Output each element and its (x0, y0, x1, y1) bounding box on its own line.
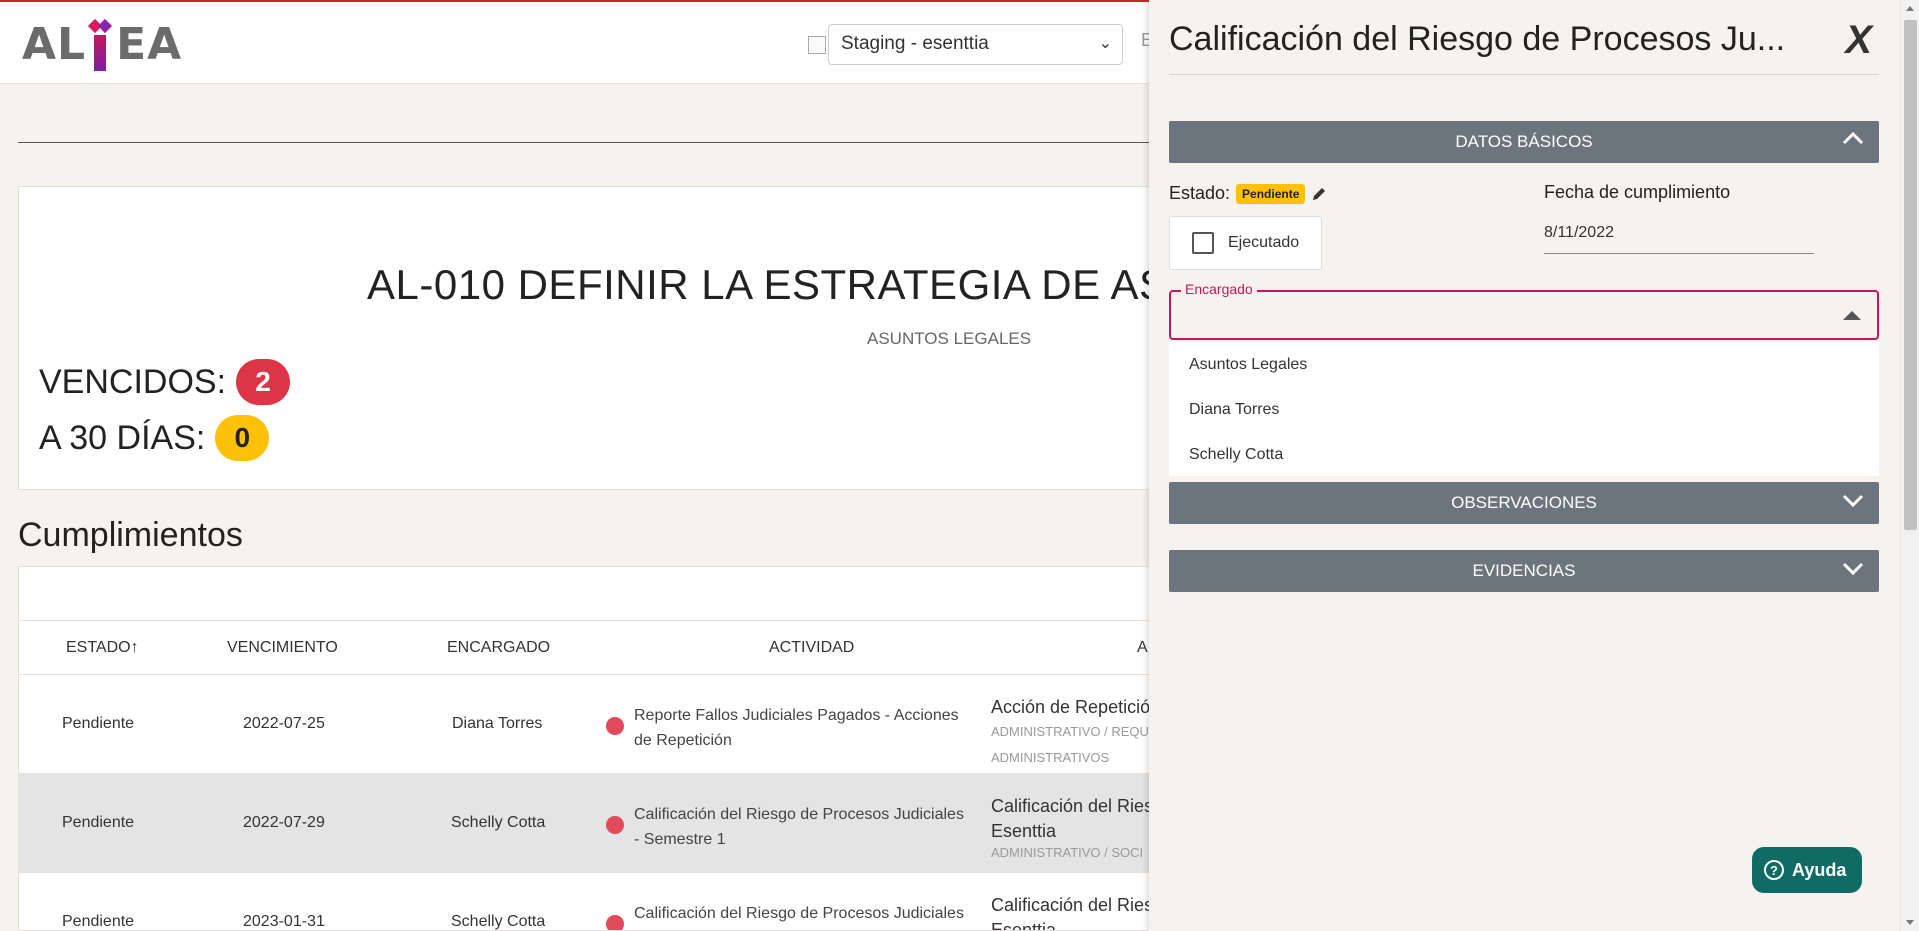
summary-card: AL-010 DEFINIR LA ESTRATEGIA DE ASI ASUN… (18, 186, 1179, 490)
help-label: Ayuda (1792, 859, 1847, 880)
cell-actividad: Calificación del Riesgo de Procesos Judi… (634, 806, 964, 848)
logo-mark-icon (88, 17, 113, 71)
cumplimientos-table: ESTADO↑ VENCIMIENTO ENCARGADO ACTIVIDAD … (18, 566, 1168, 931)
vencidos-counter: VENCIDOS: 2 (39, 359, 291, 405)
estado-row: Estado: Pendiente (1169, 183, 1327, 204)
status-dot-icon (606, 816, 624, 834)
cell-encargado: Schelly Cotta (451, 814, 546, 831)
chevron-down-icon: ⌄ (1098, 35, 1112, 52)
header-estado[interactable]: ESTADO↑ (66, 639, 139, 657)
vencidos-label: VENCIDOS: (39, 362, 227, 401)
header-encargado[interactable]: ENCARGADO (447, 639, 550, 657)
page-scrollbar[interactable] (1900, 0, 1919, 931)
cell-sub-path: ADMINISTRATIVO / REQU ADMINISTRATIVOS (991, 724, 1149, 765)
ejecutado-label: Ejecutado (1228, 234, 1300, 251)
logo-text-right: EA (116, 18, 183, 70)
header-vencimiento[interactable]: VENCIMIENTO (227, 639, 338, 657)
cell-vencimiento: 2022-07-25 (243, 715, 325, 732)
encargado-label: Encargado (1181, 281, 1257, 297)
status-dot-icon (606, 717, 624, 735)
alinea-logo[interactable]: AL EA (22, 12, 182, 76)
help-button[interactable]: ? Ayuda (1752, 847, 1862, 893)
cell-vencimiento: 2023-01-31 (243, 913, 325, 930)
environment-select[interactable]: Staging - esenttia ⌄ (828, 24, 1123, 65)
encargado-select[interactable]: Encargado (1169, 281, 1879, 340)
cell-sub-title: Calificación del Ries Esenttia (991, 796, 1154, 841)
accordion-datos-basicos[interactable]: DATOS BÁSICOS (1169, 121, 1879, 163)
table-row[interactable]: Pendiente 2023-01-31 Schelly Cotta Calif… (19, 873, 1167, 931)
cell-estado: Pendiente (62, 814, 135, 831)
cell-encargado: Schelly Cotta (451, 913, 546, 930)
status-badge: Pendiente (1236, 183, 1306, 204)
cell-encargado: Diana Torres (452, 715, 543, 732)
cell-sub-path: ADMINISTRATIVO / SOCI (991, 845, 1144, 860)
encargado-dropdown: Asuntos Legales Diana Torres Schelly Cot… (1169, 342, 1879, 476)
accordion-label: DATOS BÁSICOS (1455, 132, 1593, 151)
pencil-icon[interactable] (1311, 186, 1327, 202)
table-row[interactable]: Pendiente 2022-07-29 Schelly Cotta Calif… (19, 774, 1167, 873)
dropdown-option[interactable]: Schelly Cotta (1169, 432, 1879, 477)
dropdown-option[interactable]: Asuntos Legales (1169, 342, 1879, 387)
accordion-label: OBSERVACIONES (1451, 493, 1597, 512)
page-title: AL-010 DEFINIR LA ESTRATEGIA DE ASI (367, 261, 1180, 308)
cell-vencimiento: 2022-07-29 (243, 814, 325, 831)
environment-select-value: Staging - esenttia (841, 33, 989, 54)
cell-actividad: Calificación del Riesgo de Procesos Judi… (634, 905, 964, 922)
table-toolbar (19, 567, 1167, 621)
header-area[interactable]: A (1137, 639, 1148, 657)
broken-image-icon (808, 36, 826, 54)
fecha-input[interactable]: 8/11/2022 (1544, 222, 1814, 254)
cell-actividad: Reporte Fallos Judiciales Pagados - Acci… (634, 707, 959, 749)
cell-sub-title: Calificación del Ries Esenttia (991, 895, 1154, 931)
scroll-up-icon[interactable] (1906, 6, 1914, 11)
a30-count-badge: 0 (215, 415, 270, 461)
scrollbar-thumb[interactable] (1904, 20, 1917, 530)
logo-text-left: AL (22, 18, 87, 70)
vencidos-count-badge: 2 (236, 359, 291, 405)
cell-estado: Pendiente (62, 715, 135, 732)
chevron-down-icon (1842, 494, 1864, 508)
estado-label: Estado: (1169, 183, 1231, 203)
checkbox-square-icon[interactable] (1192, 232, 1214, 254)
caret-up-icon[interactable] (1843, 311, 1861, 320)
panel-divider (1169, 74, 1879, 75)
cell-sub-title: Acción de Repetición (991, 697, 1161, 717)
panel-title: Calificación del Riesgo de Procesos Ju..… (1169, 20, 1786, 58)
status-dot-icon (606, 915, 624, 930)
page-divider (18, 142, 1168, 143)
table-row[interactable]: Pendiente 2022-07-25 Diana Torres Report… (19, 675, 1167, 774)
header-actividad[interactable]: ACTIVIDAD (769, 639, 854, 657)
accordion-observaciones[interactable]: OBSERVACIONES (1169, 482, 1879, 524)
scroll-down-icon[interactable] (1906, 920, 1914, 925)
chevron-down-icon (1842, 562, 1864, 576)
chevron-up-icon (1842, 131, 1864, 145)
a30-counter: A 30 DÍAS: 0 (39, 415, 270, 461)
fecha-label: Fecha de cumplimiento (1544, 182, 1731, 202)
detail-panel: Calificación del Riesgo de Procesos Ju..… (1149, 0, 1900, 931)
section-title: Cumplimientos (18, 516, 243, 554)
accordion-label: EVIDENCIAS (1472, 561, 1576, 580)
cell-estado: Pendiente (62, 913, 135, 930)
table-header: ESTADO↑ VENCIMIENTO ENCARGADO ACTIVIDAD … (19, 621, 1167, 675)
ejecutado-checkbox[interactable]: Ejecutado (1169, 216, 1322, 270)
area-label: ASUNTOS LEGALES (867, 329, 1032, 348)
close-button[interactable]: X (1845, 18, 1872, 63)
dropdown-option[interactable]: Diana Torres (1169, 387, 1879, 432)
question-icon: ? (1764, 860, 1784, 880)
a30-label: A 30 DÍAS: (39, 418, 206, 457)
accordion-evidencias[interactable]: EVIDENCIAS (1169, 550, 1879, 592)
